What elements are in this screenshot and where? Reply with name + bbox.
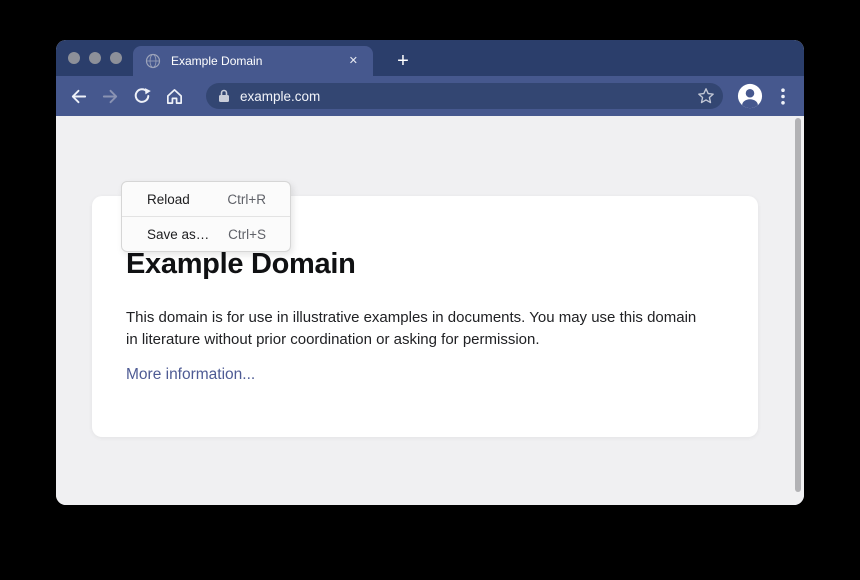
browser-toolbar: example.com (56, 76, 804, 116)
kebab-menu-icon (781, 88, 785, 105)
profile-avatar-icon[interactable] (737, 83, 763, 109)
forward-arrow-icon (101, 87, 120, 106)
menu-item-label: Save as… (147, 227, 209, 242)
bookmark-star-icon[interactable] (697, 87, 715, 105)
page-title: Example Domain (126, 248, 724, 281)
back-button[interactable] (66, 84, 90, 108)
title-bar[interactable]: Example Domain ✕ + (56, 40, 804, 76)
page-body-text: This domain is for use in illustrative e… (126, 307, 711, 350)
scrollbar-thumb[interactable] (795, 118, 801, 492)
window-zoom-button[interactable] (110, 52, 122, 64)
browser-window: Example Domain ✕ + (56, 40, 804, 505)
browser-tab[interactable]: Example Domain ✕ (133, 46, 373, 76)
window-close-button[interactable] (68, 52, 80, 64)
traffic-lights (68, 52, 122, 64)
new-tab-button[interactable]: + (388, 46, 418, 76)
favicon-globe-icon (145, 53, 161, 69)
menu-item-label: Reload (147, 192, 190, 207)
context-menu-item-save-as[interactable]: Save as… Ctrl+S (122, 217, 290, 251)
home-icon (165, 87, 184, 106)
context-menu-item-reload[interactable]: Reload Ctrl+R (122, 182, 290, 216)
address-bar[interactable]: example.com (206, 83, 723, 109)
tab-title: Example Domain (171, 54, 346, 68)
tab-close-icon[interactable]: ✕ (346, 53, 361, 70)
lock-icon (218, 89, 230, 103)
forward-button[interactable] (98, 84, 122, 108)
reload-button[interactable] (130, 84, 154, 108)
more-information-link[interactable]: More information... (126, 366, 255, 384)
context-menu: Reload Ctrl+R Save as… Ctrl+S (121, 181, 291, 252)
page-content: Example Domain This domain is for use in… (56, 116, 804, 505)
url-text: example.com (240, 89, 697, 104)
back-arrow-icon (69, 87, 88, 106)
menu-item-shortcut: Ctrl+R (227, 192, 266, 207)
reload-icon (133, 87, 151, 105)
browser-menu-button[interactable] (775, 84, 791, 108)
menu-item-shortcut: Ctrl+S (228, 227, 266, 242)
home-button[interactable] (162, 84, 186, 108)
window-minimize-button[interactable] (89, 52, 101, 64)
